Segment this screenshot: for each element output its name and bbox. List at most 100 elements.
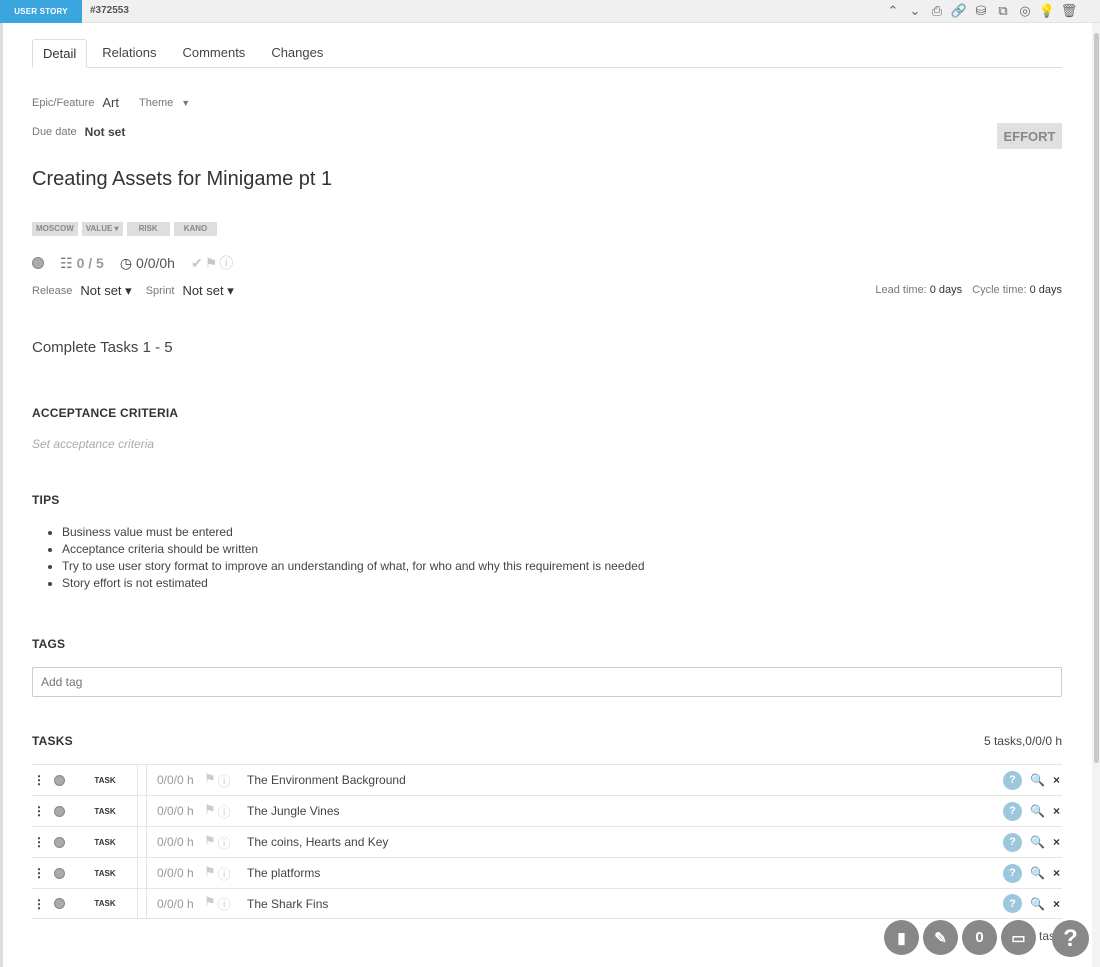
sprint-select[interactable]: Not set ▾	[182, 283, 233, 299]
drag-handle-icon[interactable]: ⋮	[32, 804, 46, 818]
flag-icon[interactable]: ⚑	[204, 864, 216, 883]
table-row[interactable]: ⋮ TASK 0/0/0 h ⚑ ⓘ The platforms ? 🔍 ×	[32, 857, 1062, 889]
status-row: ☷ 0 / 5 ◷ 0/0/0h ✔ ⚑ ⓘ	[32, 253, 233, 273]
drag-handle-icon[interactable]: ⋮	[32, 835, 46, 849]
close-icon[interactable]: ×	[1053, 866, 1060, 880]
risk-pill[interactable]: RISK	[126, 222, 170, 236]
status-dot[interactable]	[32, 257, 44, 269]
acceptance-placeholder[interactable]: Set acceptance criteria	[32, 437, 154, 451]
close-icon[interactable]: ×	[1053, 773, 1060, 787]
search-icon[interactable]: 🔍	[1030, 773, 1045, 787]
tab-detail[interactable]: Detail	[32, 39, 88, 68]
flag-icon[interactable]: ⚑	[204, 833, 216, 852]
time-tracking: 0/0/0h	[136, 255, 175, 271]
add-tag-input[interactable]	[32, 667, 1062, 697]
scoring-pills: MOSCOW VALUE ▾ RISK KANO	[32, 222, 218, 236]
link-icon[interactable]: 🔗	[950, 2, 968, 20]
close-icon[interactable]: ×	[1053, 897, 1060, 911]
kano-pill[interactable]: KANO	[173, 222, 218, 236]
effort-button[interactable]: EFFORT	[997, 123, 1062, 149]
notification-count[interactable]: 0	[962, 920, 997, 955]
task-type: TASK	[94, 868, 116, 878]
lead-time: Lead time: 0 days	[875, 284, 963, 296]
release-select[interactable]: Not set ▾	[80, 283, 131, 299]
table-row[interactable]: ⋮ TASK 0/0/0 h ⚑ ⓘ The Shark Fins ? 🔍 ×	[32, 888, 1062, 919]
release-row: Release Not set ▾ Sprint Not set ▾	[32, 283, 234, 299]
task-status-dot[interactable]	[54, 805, 65, 817]
help-icon[interactable]: ?	[1003, 863, 1023, 883]
trash-icon[interactable]: 🗑	[1060, 2, 1078, 20]
task-time: 0/0/0 h	[157, 773, 194, 787]
tags-heading: TAGS	[32, 637, 66, 651]
up-chevron-icon[interactable]: ⌃	[884, 2, 902, 20]
task-status-dot[interactable]	[54, 836, 65, 848]
theme-label[interactable]: Theme	[139, 97, 173, 109]
tab-changes[interactable]: Changes	[258, 39, 336, 68]
alert-icon[interactable]: ⓘ	[218, 864, 231, 883]
epic-value[interactable]: Art	[102, 95, 119, 110]
search-icon[interactable]: 🔍	[1030, 897, 1045, 911]
search-icon[interactable]: 🔍	[1030, 835, 1045, 849]
task-type: TASK	[94, 806, 116, 816]
help-icon[interactable]: ?	[1003, 801, 1023, 821]
task-time: 0/0/0 h	[157, 896, 194, 911]
cycle-time: Cycle time: 0 days	[972, 284, 1062, 296]
globe-icon[interactable]: ◎	[1016, 2, 1034, 20]
paint-bucket-icon[interactable]: ⛁	[972, 2, 990, 20]
flag-icon[interactable]: ⚑	[204, 771, 216, 790]
monitor-icon[interactable]: ▭	[1001, 920, 1036, 955]
value-pill[interactable]: VALUE ▾	[81, 222, 123, 236]
task-time: 0/0/0 h	[157, 866, 194, 880]
alert-icon[interactable]: ⓘ	[218, 894, 231, 913]
task-name[interactable]: The Shark Fins	[247, 897, 1003, 911]
book-icon[interactable]: ▮	[884, 920, 919, 955]
task-type: TASK	[94, 899, 116, 908]
copy-icon[interactable]: ⧉	[994, 2, 1012, 20]
alert-icon[interactable]: ⓘ	[218, 833, 231, 852]
search-icon[interactable]: 🔍	[1030, 804, 1045, 818]
close-icon[interactable]: ×	[1053, 804, 1060, 818]
scrollbar[interactable]	[1092, 23, 1100, 967]
help-icon[interactable]: ?	[1003, 832, 1023, 852]
table-row[interactable]: ⋮ TASK 0/0/0 h ⚑ ⓘ The coins, Hearts and …	[32, 826, 1062, 858]
check-icon[interactable]: ✔	[191, 255, 203, 272]
page-title[interactable]: Creating Assets for Minigame pt 1	[32, 168, 332, 191]
task-name[interactable]: The platforms	[247, 866, 1003, 880]
description[interactable]: Complete Tasks 1 - 5	[32, 339, 173, 356]
close-icon[interactable]: ×	[1053, 835, 1060, 849]
help-icon[interactable]: ?	[1003, 770, 1023, 790]
pencil-icon[interactable]: ✎	[923, 920, 958, 955]
flag-icon[interactable]: ⚑	[204, 802, 216, 821]
chevron-down-icon[interactable]: ▼	[181, 98, 190, 108]
tab-relations[interactable]: Relations	[89, 39, 169, 68]
flag-icon[interactable]: ⚑	[204, 894, 216, 913]
flag-icon[interactable]: ⚑	[205, 255, 218, 272]
task-name[interactable]: The Environment Background	[247, 773, 1003, 787]
due-date-value[interactable]: Not set	[85, 125, 126, 139]
task-status-dot[interactable]	[54, 898, 65, 909]
alert-icon[interactable]: ⓘ	[218, 802, 231, 821]
alert-icon[interactable]: ⓘ	[219, 253, 233, 273]
help-button[interactable]: ?	[1052, 920, 1089, 957]
task-status-dot[interactable]	[54, 867, 65, 879]
alert-icon[interactable]: ⓘ	[218, 771, 231, 790]
help-icon[interactable]: ?	[1003, 894, 1023, 913]
drag-handle-icon[interactable]: ⋮	[32, 897, 46, 911]
lightbulb-icon[interactable]: 💡	[1038, 2, 1056, 20]
task-name[interactable]: The Jungle Vines	[247, 804, 1003, 818]
search-icon[interactable]: 🔍	[1030, 866, 1045, 880]
task-status-dot[interactable]	[54, 774, 65, 786]
scroll-thumb[interactable]	[1094, 33, 1099, 763]
epic-row: Epic/Feature Art Theme ▼	[32, 95, 190, 110]
drag-handle-icon[interactable]: ⋮	[32, 866, 46, 880]
down-chevron-icon[interactable]: ⌄	[906, 2, 924, 20]
table-row[interactable]: ⋮ TASK 0/0/0 h ⚑ ⓘ The Environment Backgr…	[32, 764, 1062, 796]
tip-item: Try to use user story format to improve …	[62, 558, 645, 575]
moscow-pill[interactable]: MOSCOW	[32, 222, 78, 236]
task-name[interactable]: The coins, Hearts and Key	[247, 835, 1003, 849]
tasks-heading: TASKS	[32, 734, 73, 748]
printer-icon[interactable]: ⎙	[928, 2, 946, 20]
drag-handle-icon[interactable]: ⋮	[32, 773, 46, 787]
table-row[interactable]: ⋮ TASK 0/0/0 h ⚑ ⓘ The Jungle Vines ? 🔍 ×	[32, 795, 1062, 827]
tab-comments[interactable]: Comments	[169, 39, 258, 68]
